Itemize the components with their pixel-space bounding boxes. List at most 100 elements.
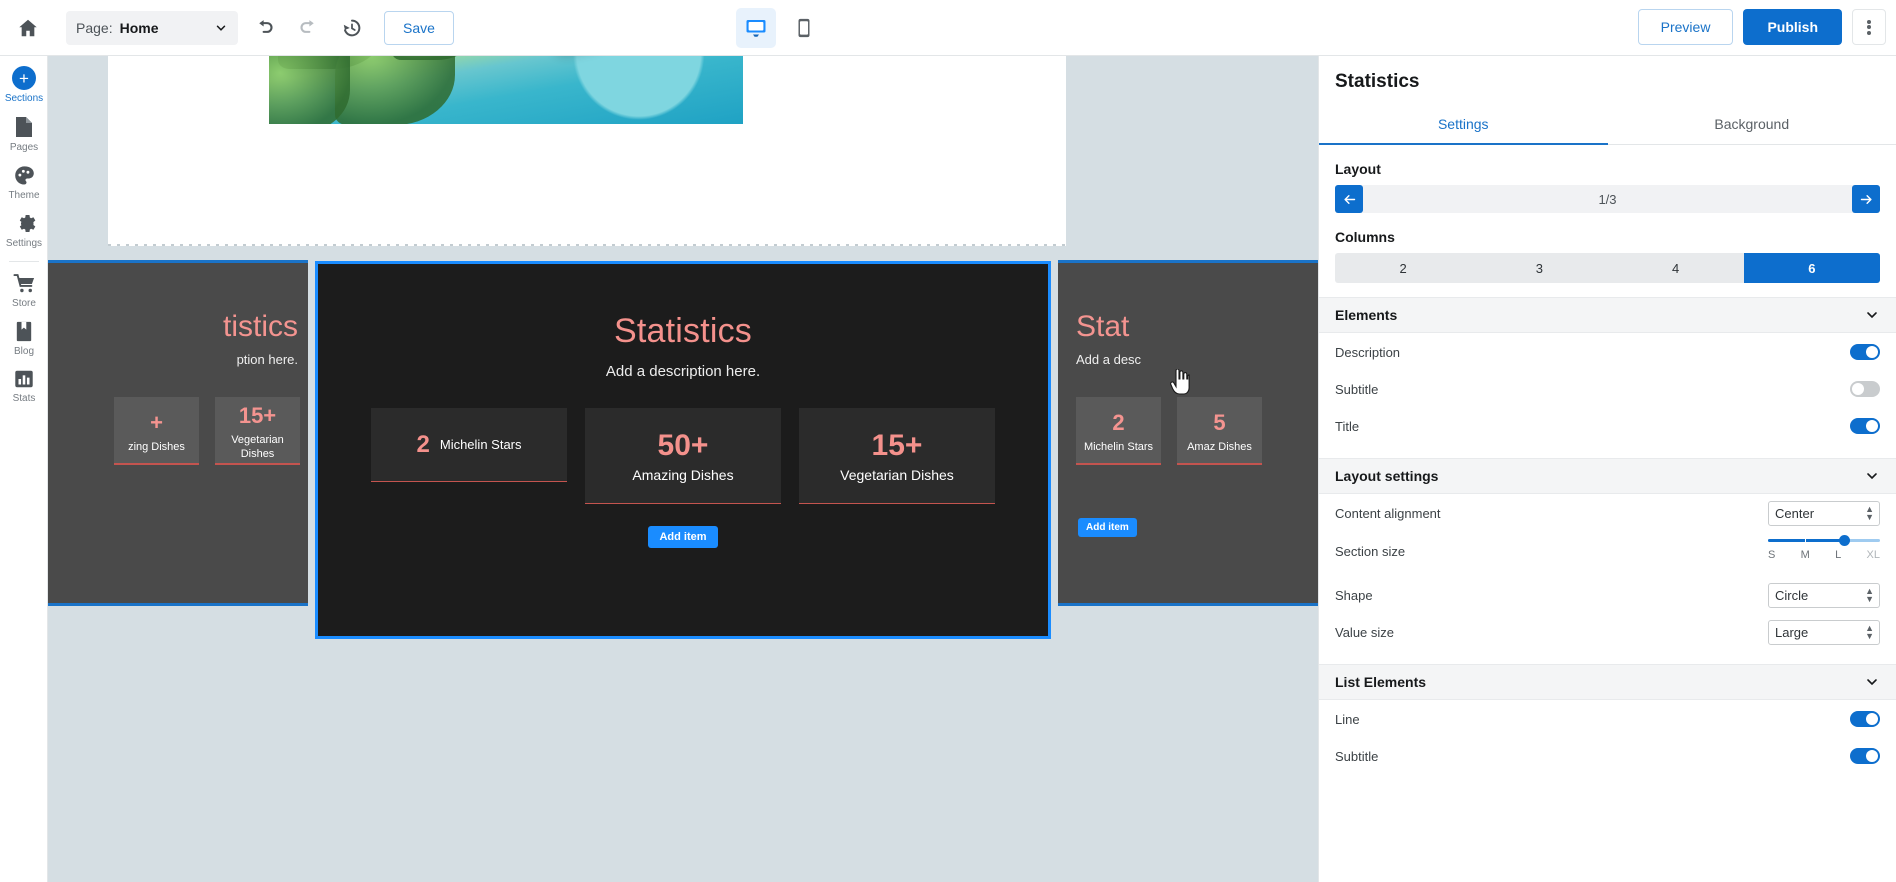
layout-prev-button[interactable] bbox=[1335, 185, 1363, 213]
toggle-row-description: Description bbox=[1335, 334, 1880, 370]
tab-background[interactable]: Background bbox=[1608, 106, 1896, 145]
adjacent-right-stat-card[interactable]: 2 Michelin Stars bbox=[1076, 397, 1161, 465]
value-size-select[interactable]: Large ▲ ▼ bbox=[1768, 619, 1880, 645]
top-actions: Preview Publish bbox=[1637, 9, 1886, 45]
size-mark-xl[interactable]: XL bbox=[1867, 549, 1880, 561]
redo-button[interactable] bbox=[290, 10, 326, 46]
list-elements-heading: List Elements bbox=[1335, 674, 1427, 690]
home-button[interactable] bbox=[0, 0, 56, 56]
section-title[interactable]: Statistics bbox=[318, 312, 1048, 351]
adjacent-right-stat-card[interactable]: 5 Amaz Dishes bbox=[1177, 397, 1262, 465]
adjacent-right-add-item-button[interactable]: Add item bbox=[1078, 518, 1137, 537]
stat-value: 50+ bbox=[657, 428, 709, 462]
stat-label: Vegetarian Dishes bbox=[840, 466, 954, 483]
layout-counter: 1/3 bbox=[1598, 191, 1617, 207]
more-options-button[interactable] bbox=[1852, 9, 1886, 45]
stat-label: Michelin Stars bbox=[439, 437, 522, 452]
hero-image[interactable] bbox=[269, 56, 743, 124]
adjacent-left-stat-card[interactable]: 15+ Vegetarian Dishes bbox=[215, 397, 300, 465]
preview-button[interactable]: Preview bbox=[1637, 9, 1734, 45]
size-mark-s[interactable]: S bbox=[1768, 549, 1775, 561]
page-sheet bbox=[108, 56, 1066, 246]
columns-option-6[interactable]: 6 bbox=[1743, 253, 1880, 283]
sidebar-item-blog[interactable]: Blog bbox=[0, 314, 48, 362]
publish-button[interactable]: Publish bbox=[1743, 9, 1842, 45]
stepper-icon: ▲ ▼ bbox=[1865, 622, 1874, 641]
sidebar-item-store[interactable]: Store bbox=[0, 266, 48, 314]
page-bottom-guide bbox=[108, 244, 1066, 246]
sidebar-item-pages[interactable]: Pages bbox=[0, 109, 48, 158]
save-button[interactable]: Save bbox=[384, 10, 454, 45]
sidebar-item-label: Settings bbox=[5, 238, 43, 249]
stat-card[interactable]: 2 Michelin Stars bbox=[371, 408, 567, 482]
redo-icon bbox=[299, 20, 314, 33]
row-label: Section size bbox=[1335, 544, 1406, 559]
elements-heading: Elements bbox=[1335, 307, 1398, 323]
kebab-menu-icon bbox=[1867, 18, 1871, 36]
subtitle-toggle[interactable] bbox=[1850, 381, 1880, 397]
section-top-rule bbox=[48, 260, 308, 263]
line-toggle[interactable] bbox=[1850, 711, 1880, 727]
adjacent-section-left[interactable]: tistics ption here. + zing Dishes 15+ Ve… bbox=[48, 260, 308, 606]
section-size-marks: S M L XL bbox=[1768, 549, 1880, 561]
page-icon bbox=[16, 117, 32, 137]
page-selector-value: Home bbox=[119, 19, 159, 36]
columns-option-3[interactable]: 3 bbox=[1471, 253, 1607, 283]
list-elements-section-header[interactable]: List Elements bbox=[1319, 664, 1896, 700]
slider-knob[interactable] bbox=[1838, 535, 1850, 546]
sidebar-item-theme[interactable]: Theme bbox=[0, 158, 48, 206]
shape-select[interactable]: Circle ▲ ▼ bbox=[1768, 582, 1880, 608]
row-label: Shape bbox=[1335, 587, 1373, 603]
size-mark-l[interactable]: L bbox=[1835, 549, 1841, 561]
content-alignment-select[interactable]: Center ▲ ▼ bbox=[1768, 500, 1880, 526]
stat-label: Amazing Dishes bbox=[632, 466, 734, 483]
sidebar-item-sections[interactable]: + Sections bbox=[0, 60, 48, 109]
columns-option-2[interactable]: 2 bbox=[1335, 253, 1471, 283]
layout-settings-heading: Layout settings bbox=[1335, 468, 1439, 484]
layout-settings-section-header[interactable]: Layout settings bbox=[1319, 458, 1896, 494]
size-mark-m[interactable]: M bbox=[1801, 549, 1810, 561]
device-desktop-button[interactable] bbox=[736, 8, 776, 48]
columns-switcher: 2 3 4 6 bbox=[1335, 253, 1880, 283]
chevron-down-icon bbox=[1867, 473, 1877, 480]
description-toggle[interactable] bbox=[1850, 344, 1880, 360]
slider-track bbox=[1768, 535, 1880, 546]
stat-value: 15+ bbox=[871, 428, 923, 462]
row-label: Subtitle bbox=[1335, 381, 1379, 397]
page-selector[interactable]: Page: Home bbox=[66, 10, 238, 45]
selected-statistics-section[interactable]: Statistics Add a description here. 2 Mic… bbox=[315, 261, 1051, 639]
section-size-slider[interactable]: S M L XL bbox=[1768, 535, 1880, 561]
stat-card[interactable]: 15+ Vegetarian Dishes bbox=[799, 408, 995, 504]
editor-canvas[interactable]: tistics ption here. + zing Dishes 15+ Ve… bbox=[48, 56, 1318, 882]
tab-settings[interactable]: Settings bbox=[1319, 106, 1608, 145]
list-subtitle-toggle[interactable] bbox=[1850, 748, 1880, 764]
sidebar-item-label: Stats bbox=[12, 393, 36, 404]
top-toolbar: Page: Home Save Preview Publish bbox=[0, 0, 1896, 56]
title-toggle[interactable] bbox=[1850, 418, 1880, 434]
undo-button[interactable] bbox=[246, 10, 282, 46]
adjacent-left-stat-card[interactable]: + zing Dishes bbox=[114, 397, 199, 465]
history-icon bbox=[343, 19, 361, 36]
add-item-button[interactable]: Add item bbox=[648, 526, 718, 548]
layout-next-button[interactable] bbox=[1852, 185, 1880, 213]
columns-option-4[interactable]: 4 bbox=[1608, 253, 1744, 283]
bar-chart-icon bbox=[15, 370, 33, 388]
sidebar-item-stats[interactable]: Stats bbox=[0, 362, 48, 409]
elements-section-header[interactable]: Elements bbox=[1319, 297, 1896, 333]
row-label: Content alignment bbox=[1335, 505, 1441, 521]
layout-switcher: 1/3 bbox=[1335, 185, 1880, 213]
columns-heading: Columns bbox=[1335, 229, 1395, 245]
stat-card[interactable]: 50+ Amazing Dishes bbox=[585, 408, 781, 504]
device-mobile-button[interactable] bbox=[784, 8, 824, 48]
adjacent-section-right[interactable]: Stat Add a desc 2 Michelin Stars 5 Amaz … bbox=[1058, 260, 1318, 606]
stat-label: Amaz Dishes bbox=[1187, 441, 1252, 453]
value-size-row: Value size Large ▲ ▼ bbox=[1335, 614, 1880, 650]
stat-value: + bbox=[150, 410, 163, 435]
section-description[interactable]: Add a description here. bbox=[318, 363, 1048, 380]
sidebar-item-settings[interactable]: Settings bbox=[0, 206, 48, 254]
chevron-down-icon bbox=[1867, 312, 1877, 319]
content-alignment-value: Center bbox=[1775, 505, 1815, 521]
history-button[interactable] bbox=[334, 10, 370, 46]
inspector-panel: Statistics Settings Background Layout 1/… bbox=[1318, 56, 1896, 882]
panel-tabs: Settings Background bbox=[1319, 106, 1896, 145]
